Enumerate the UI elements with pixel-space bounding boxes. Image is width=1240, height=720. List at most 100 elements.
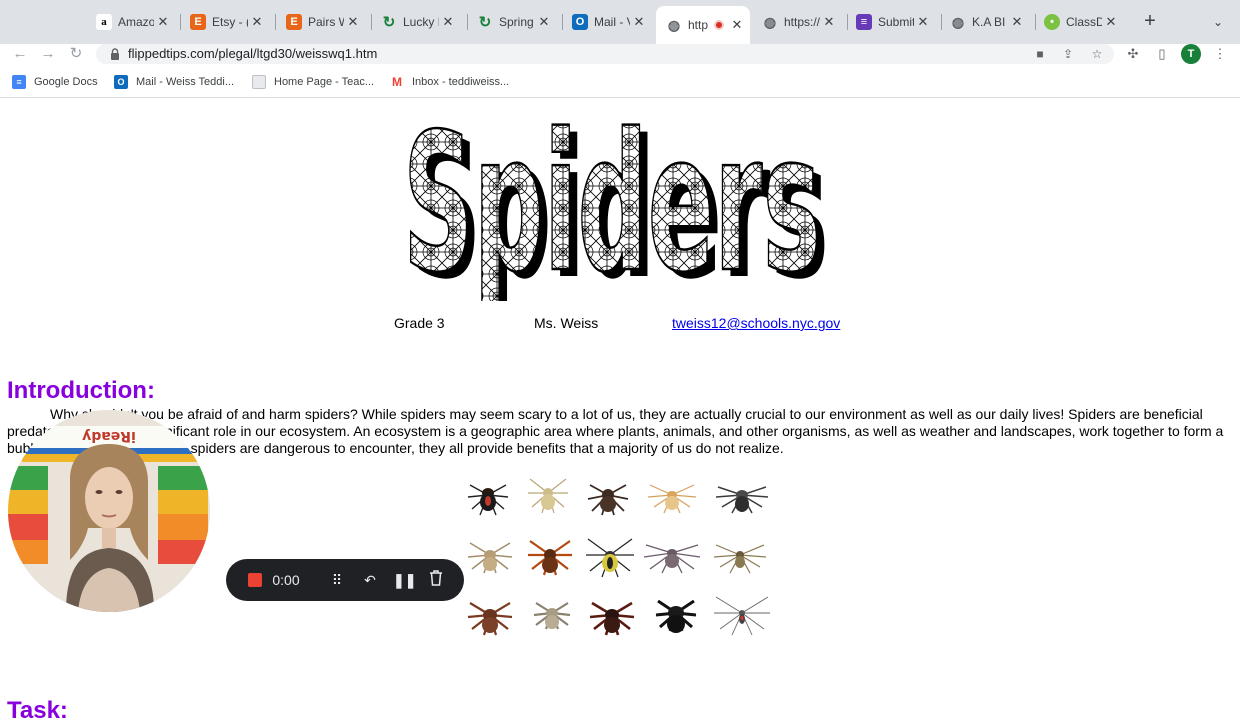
spider-image [713,544,767,574]
bookmark-google-docs[interactable]: ≡ Google Docs [12,75,98,89]
spiders-title-image: Spiders Spiders [402,109,828,301]
tab-mail[interactable]: O Mail - V ✕ [572,8,652,36]
docs-icon: ≡ [12,75,26,89]
bookmark-label: Mail - Weiss Teddi... [136,76,235,88]
bookmark-star-icon[interactable]: ☆ [1089,46,1105,62]
refresh-icon: ↻ [478,14,492,31]
delete-icon[interactable] [426,570,446,590]
tab-https[interactable]: ◍ https:// ✕ [762,8,842,36]
extensions-icon[interactable]: ✣ [1123,44,1143,64]
tab-label: Etsy - ( [212,15,248,29]
reload-button[interactable]: ↻ [66,44,86,64]
introduction-paragraph: Why shouldn't you be afraid of and harm … [7,406,1224,456]
stop-recording-button[interactable] [248,573,262,587]
webcam-video: iReady [8,410,210,612]
tab-active-http[interactable]: ◍ http ✕ [656,6,750,44]
spider-image [528,478,568,514]
close-icon[interactable]: ✕ [439,13,457,31]
address-bar[interactable]: flippedtips.com/plegal/ltgd30/weisswq1.h… [96,44,1114,64]
close-icon[interactable]: ✕ [535,13,553,31]
profile-avatar[interactable]: T [1181,44,1201,64]
tab-divider [1035,14,1036,30]
introduction-heading: Introduction: [7,377,155,404]
bookmark-mail[interactable]: O Mail - Weiss Teddi... [114,75,234,89]
close-icon[interactable]: ✕ [1102,13,1120,31]
close-icon[interactable]: ✕ [630,13,648,31]
tab-label: Pairs W [308,15,344,29]
spider-image [467,602,513,636]
webcam-bubble[interactable]: iReady [8,410,210,612]
tab-label: http [688,18,708,32]
task-heading: Task: [7,697,68,720]
spider-image [589,601,635,636]
camera-icon[interactable]: ■ [1032,46,1048,62]
tab-ka[interactable]: ◍ K.A BI ✕ [950,8,1030,36]
globe-icon: ◍ [951,13,965,30]
tab-search-button[interactable]: ⌄ [1208,12,1228,32]
tab-divider [562,14,563,30]
bookmark-label: Home Page - Teac... [274,76,375,88]
tab-pairs[interactable]: E Pairs W ✕ [286,8,366,36]
grade-label: Grade 3 [394,315,445,331]
tab-divider [847,14,848,30]
email-link[interactable]: tweiss12@schools.nyc.gov [672,315,840,331]
tab-label: Spring [499,15,534,29]
refresh-icon: ↻ [382,14,396,31]
pause-icon[interactable]: ❚❚ [393,570,416,590]
bookmark-label: Inbox - teddiweiss... [412,76,510,88]
tab-submit[interactable]: ≡ Submit ✕ [856,8,936,36]
tab-amazon[interactable]: a Amazo ✕ [96,8,176,36]
forward-button[interactable]: → [38,44,58,64]
menu-icon[interactable]: ⋮ [1210,44,1230,64]
spider-image [467,484,509,516]
tab-classdojo[interactable]: • ClassD ✕ [1044,8,1124,36]
close-icon[interactable]: ✕ [344,13,362,31]
tab-spring[interactable]: ↻ Spring ✕ [477,8,557,36]
spider-image [643,544,701,574]
restart-icon[interactable]: ↶ [360,570,380,590]
spider-photo-grid [467,478,770,636]
close-icon[interactable]: ✕ [914,13,932,31]
bookmark-inbox[interactable]: M Inbox - teddiweiss... [390,75,509,89]
etsy-icon: E [190,14,206,30]
trash-icon [430,570,442,586]
email-link-text[interactable]: tweiss12@schools.nyc.gov [672,315,840,331]
close-icon[interactable]: ✕ [154,13,172,31]
screen-recorder-controls: 0:00 ⠿ ↶ ❚❚ [226,559,464,601]
tab-divider [371,14,372,30]
close-icon[interactable]: ✕ [728,16,746,34]
close-icon[interactable]: ✕ [820,13,838,31]
forms-icon: ≡ [856,14,872,30]
back-button[interactable]: ← [10,44,30,64]
tab-lucky[interactable]: ↻ Lucky I ✕ [381,8,461,36]
bookmark-home-page[interactable]: Home Page - Teac... [252,75,374,89]
share-icon[interactable]: ⇪ [1060,46,1076,62]
gmail-icon: M [390,75,404,89]
recording-indicator-icon [714,20,724,30]
outlook-icon: O [114,75,128,89]
spider-image [586,538,634,578]
globe-icon: ◍ [667,16,681,33]
tab-label: Amazo [118,15,154,29]
spider-image [655,599,697,633]
new-tab-button[interactable]: + [1138,10,1162,34]
tab-label: K.A BI [972,15,1006,29]
spider-image [587,484,629,516]
etsy-icon: E [286,14,302,30]
spider-image [528,540,572,576]
tab-etsy[interactable]: E Etsy - ( ✕ [190,8,270,36]
page-icon [252,75,266,89]
tab-divider [275,14,276,30]
close-icon[interactable]: ✕ [1008,13,1026,31]
tab-label: https:// [784,15,820,29]
title-art-text: Spiders [403,109,821,301]
tab-divider [180,14,181,30]
bookmarks-bar: ≡ Google Docs O Mail - Weiss Teddi... Ho… [0,70,1240,98]
tab-divider [467,14,468,30]
side-panel-icon[interactable]: ▯ [1152,44,1172,64]
drawing-tools-icon[interactable]: ⠿ [327,570,347,590]
spider-image [715,486,769,514]
browser-toolbar: ← → ↻ flippedtips.com/plegal/ltgd30/weis… [0,44,1240,68]
close-icon[interactable]: ✕ [248,13,266,31]
webcam-banner-text: iReady [82,428,136,444]
